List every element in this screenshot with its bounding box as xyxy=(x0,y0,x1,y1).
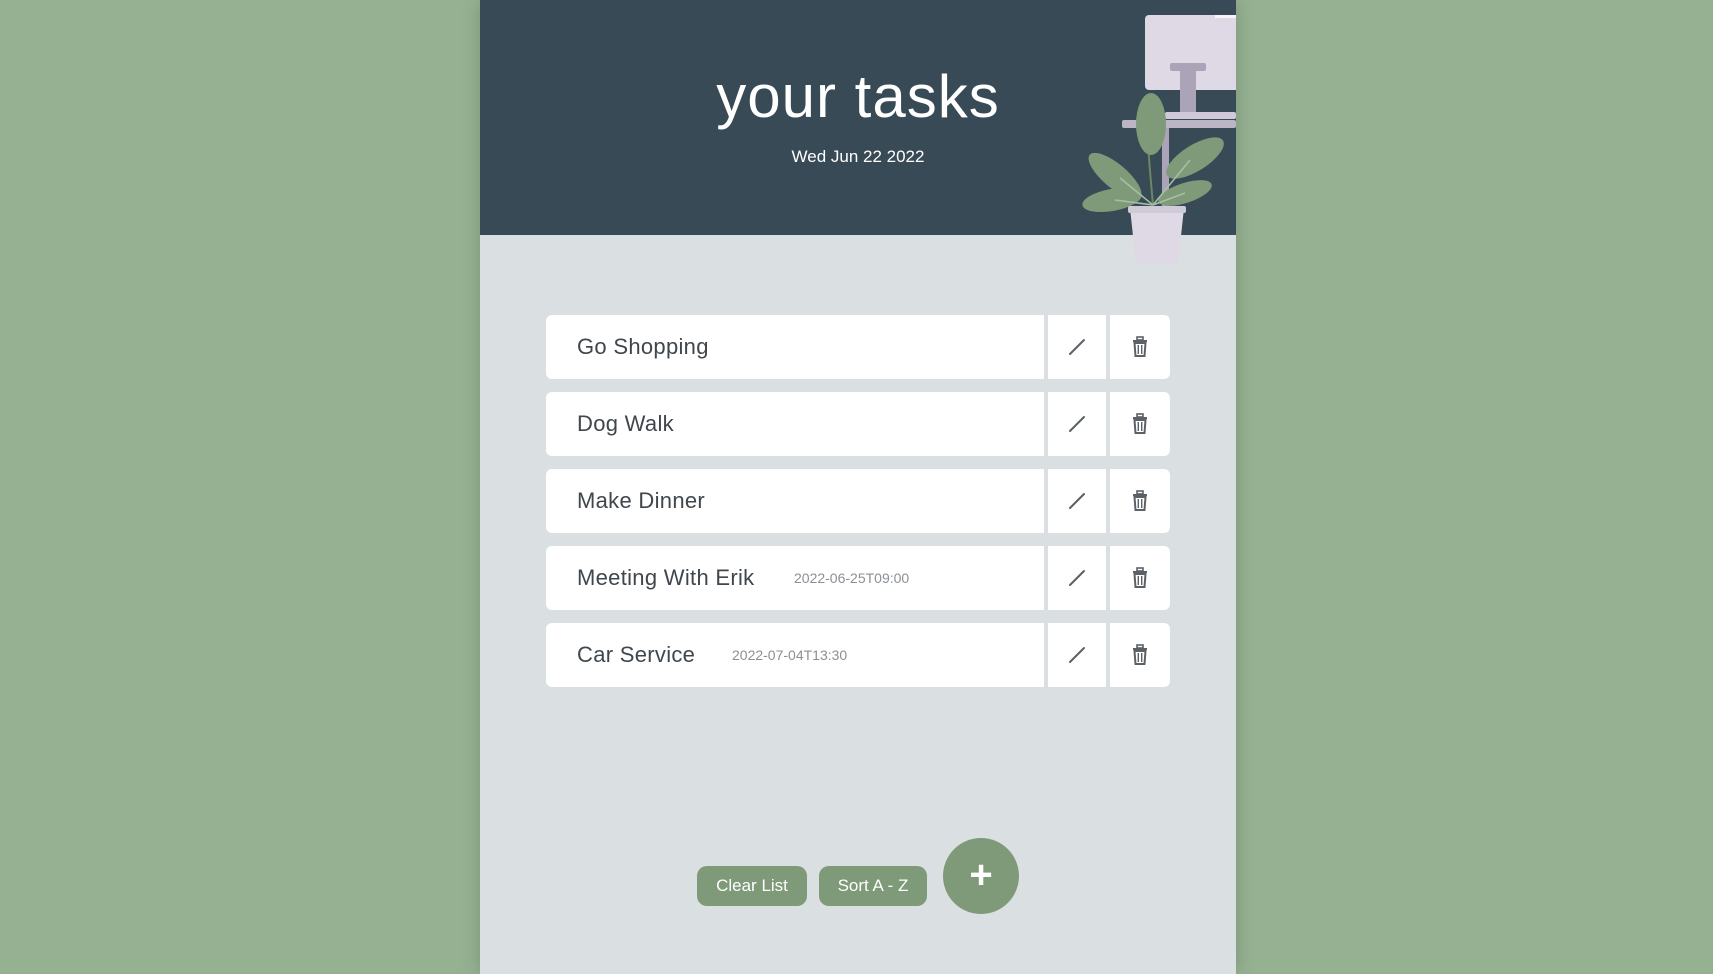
task-item: Meeting With Erik 2022-06-25T09:00 xyxy=(546,546,1170,610)
plus-icon: + xyxy=(969,853,993,897)
trash-icon xyxy=(1133,413,1147,434)
task-body[interactable]: Dog Walk xyxy=(546,392,1044,456)
task-item: Go Shopping xyxy=(546,315,1170,379)
task-body[interactable]: Make Dinner xyxy=(546,469,1044,533)
task-item: Make Dinner xyxy=(546,469,1170,533)
clear-list-button[interactable]: Clear List xyxy=(697,866,807,906)
add-task-button[interactable]: + xyxy=(943,838,1019,914)
pencil-icon xyxy=(1069,339,1085,355)
desk-plant-illustration xyxy=(1082,15,1236,264)
header: your tasks Wed Jun 22 2022 xyxy=(480,0,1236,264)
edit-task-button[interactable] xyxy=(1048,315,1106,379)
task-title: Meeting With Erik xyxy=(577,565,755,590)
task-body[interactable]: Meeting With Erik 2022-06-25T09:00 xyxy=(546,546,1044,610)
task-title: Make Dinner xyxy=(577,488,706,513)
delete-task-button[interactable] xyxy=(1110,623,1170,687)
delete-task-button[interactable] xyxy=(1110,469,1170,533)
task-title: Dog Walk xyxy=(577,411,674,436)
edit-task-button[interactable] xyxy=(1048,546,1106,610)
edit-task-button[interactable] xyxy=(1048,392,1106,456)
pencil-icon xyxy=(1069,647,1085,663)
sort-a-z-button[interactable]: Sort A - Z xyxy=(819,866,927,906)
delete-task-button[interactable] xyxy=(1110,315,1170,379)
task-list: Go Shopping Dog Walk Make Dinner Meeting… xyxy=(546,315,1170,700)
edit-task-button[interactable] xyxy=(1048,623,1106,687)
edit-task-button[interactable] xyxy=(1048,469,1106,533)
delete-task-button[interactable] xyxy=(1110,392,1170,456)
trash-icon xyxy=(1133,567,1147,588)
trash-icon xyxy=(1133,644,1147,665)
pencil-icon xyxy=(1069,570,1085,586)
task-item: Car Service 2022-07-04T13:30 xyxy=(546,623,1170,687)
task-body[interactable]: Go Shopping xyxy=(546,315,1044,379)
task-datetime: 2022-07-04T13:30 xyxy=(732,647,848,663)
task-title: Go Shopping xyxy=(577,334,709,359)
pencil-icon xyxy=(1069,416,1085,432)
task-item: Dog Walk xyxy=(546,392,1170,456)
task-title: Car Service xyxy=(577,642,696,667)
delete-task-button[interactable] xyxy=(1110,546,1170,610)
task-app: your tasks Wed Jun 22 2022 Go Shopping D… xyxy=(480,0,1236,974)
trash-icon xyxy=(1133,490,1147,511)
task-datetime: 2022-06-25T09:00 xyxy=(794,570,910,586)
task-body[interactable]: Car Service 2022-07-04T13:30 xyxy=(546,623,1044,687)
pencil-icon xyxy=(1069,493,1085,509)
trash-icon xyxy=(1133,336,1147,357)
